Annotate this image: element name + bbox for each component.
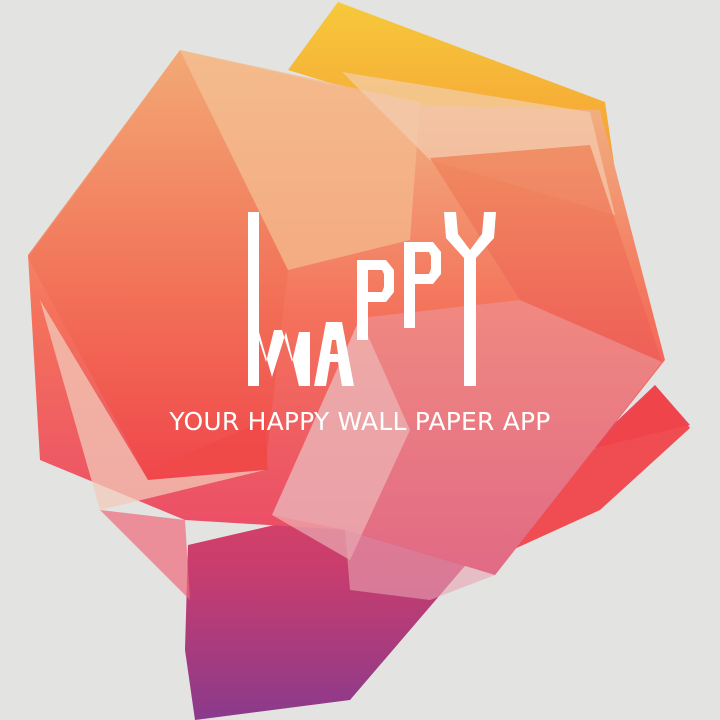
splash-screen: YOUR HAPPY WALL PAPER APP bbox=[0, 0, 720, 720]
geometric-flower-artwork bbox=[28, 2, 690, 720]
